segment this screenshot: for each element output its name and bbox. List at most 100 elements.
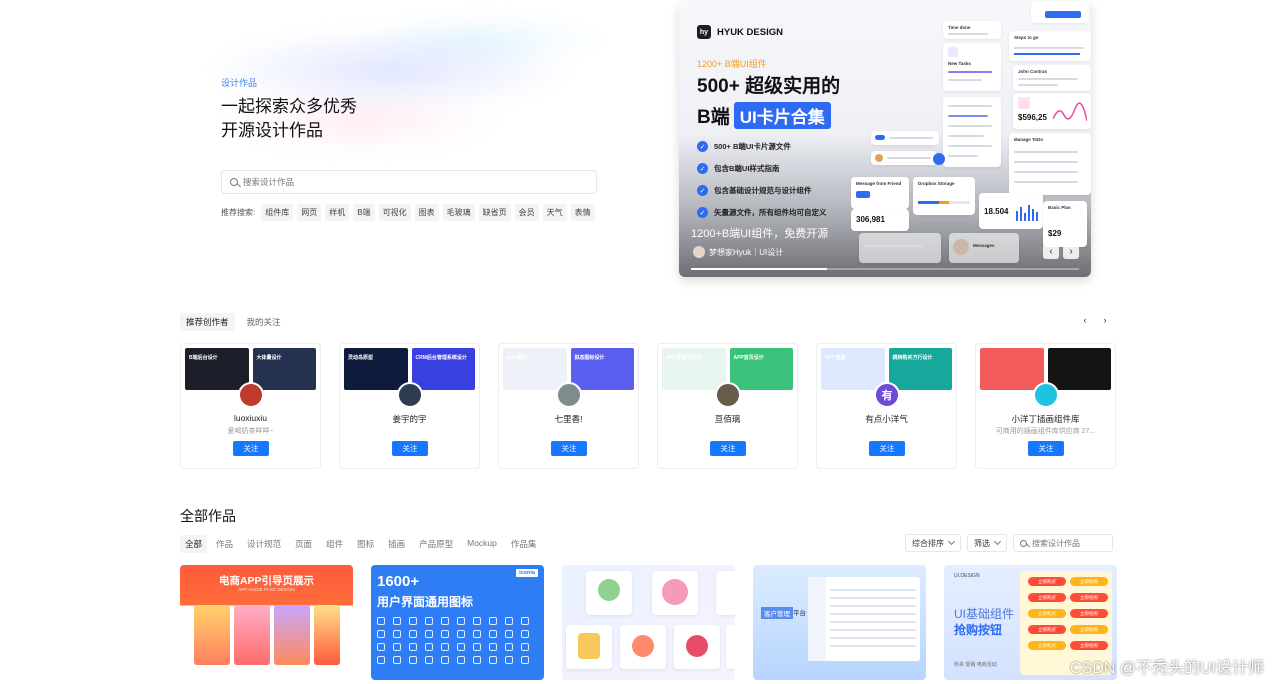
creator-work-thumbnail[interactable]: icon图标 [503,348,567,390]
tab-portfolio[interactable]: 作品集 [506,535,542,553]
featured-banner[interactable]: Time done Steps to go New Tasks John Con… [679,1,1091,277]
avatar[interactable] [1033,382,1059,408]
creator-work-thumbnail[interactable]: 43个旅游 [821,348,885,390]
banner-arrows: ‹ › [1043,243,1079,259]
tab-recommended-creators[interactable]: 推荐创作者 [180,313,235,331]
work-title: 电商APP引导页展示 [218,575,315,587]
recommend-tag[interactable]: 组件库 [261,204,294,221]
check-circle-icon: ✓ [697,163,708,174]
creator-description: 爱喝奶茶咩咩~ [227,428,274,435]
hero-intro: 设计作品 一起探索众多优秀 开源设计作品 [221,76,601,143]
tab-prototypes[interactable]: 产品原型 [414,535,458,553]
tab-my-follows[interactable]: 我的关注 [241,313,287,331]
creator-work-thumbnail[interactable]: APP首页设计 [729,348,793,390]
tab-works[interactable]: 作品 [211,535,238,553]
banner-title-line-1: 500+ 超级实用的 [697,76,841,97]
author-name: 梦想家Hyuk｜UI设计 [709,247,784,257]
creator-name[interactable]: 姜宇的宇 [340,413,479,425]
recommend-tag[interactable]: 缺省页 [478,204,511,221]
work-card[interactable] [562,565,735,680]
creator-name[interactable]: luoxiuxiu [181,413,320,423]
banner-prev-button[interactable]: ‹ [1043,243,1059,259]
mockup-title: Manage ToDo [1014,137,1044,142]
work-card[interactable]: iconia 1600+ 用户界面通用图标 [371,565,544,680]
recommend-tag[interactable]: 图表 [414,204,439,221]
recommend-tag[interactable]: 样机 [325,204,350,221]
creators-prev-button[interactable]: ‹ [1078,313,1092,327]
recommend-tag[interactable]: 网页 [297,204,322,221]
avatar[interactable] [556,382,582,408]
tab-mockup[interactable]: Mockup [462,535,502,553]
recommend-tag[interactable]: 天气 [542,204,567,221]
work-badge: iconia [516,569,538,577]
hero-search-box[interactable] [221,170,597,194]
tab-illustrations[interactable]: 插画 [383,535,410,553]
creator-work-thumbnail[interactable] [980,348,1044,390]
recommend-tag[interactable]: B端 [353,204,375,221]
demo-buy-button: 立即购买 [1028,641,1066,650]
recommend-tag[interactable]: 可视化 [378,204,411,221]
mockup-title: Messages [973,243,995,248]
banner-author[interactable]: 梦想家Hyuk｜UI设计 [693,246,783,258]
creator-name[interactable]: 小洋丁插画组件库 [976,413,1115,425]
works-search-box[interactable] [1013,534,1113,552]
creator-card[interactable]: 小洋丁插画组件库 可商用的插画组件库供应商 27... 关注 [975,343,1116,469]
recommend-tag[interactable]: 会员 [514,204,539,221]
mockup-card [859,233,941,263]
avatar[interactable] [397,382,423,408]
mockup-title: Basic Plan [1048,205,1071,210]
creator-work-thumbnail[interactable]: 大体量设计 [252,348,316,390]
creator-work-thumbnail[interactable]: 灵动岛原型 [344,348,408,390]
creator-work-thumbnail[interactable]: CRM后台管理系统设计 [411,348,475,390]
demo-buy-button: 立即购买 [1028,609,1066,618]
tab-pages[interactable]: 页面 [290,535,317,553]
avatar[interactable] [238,382,264,408]
tab-icons[interactable]: 图标 [352,535,379,553]
filter-label: 筛选 [974,538,990,548]
work-card[interactable]: 客户管理 平台 [753,565,926,680]
creator-card[interactable]: 43个旅游 跳转购买方行设计 有 有点小洋气 关注 [816,343,957,469]
follow-button[interactable]: 关注 [233,441,269,456]
creators-pager: ‹ › [1078,313,1112,327]
creator-card[interactable]: B端后台设计 大体量设计 luoxiuxiu 爱喝奶茶咩咩~ 关注 [180,343,321,469]
tab-all[interactable]: 全部 [180,535,208,553]
avatar[interactable] [715,382,741,408]
sort-select[interactable]: 综合排序 [905,534,961,552]
creator-card[interactable]: 灵动岛原型 CRM后台管理系统设计 姜宇的宇 关注 [339,343,480,469]
creator-work-thumbnail[interactable]: 跳转购买方行设计 [888,348,952,390]
creator-work-thumbnail[interactable]: 拟态图标设计 [570,348,634,390]
filter-select[interactable]: 筛选 [967,534,1007,552]
follow-button[interactable]: 关注 [869,441,905,456]
follow-button[interactable]: 关注 [551,441,587,456]
thumbnail-title: B端后台设计 [189,355,218,361]
creator-work-thumbnail[interactable]: B端后台设计 [185,348,249,390]
demo-buy-button: 立即抢购 [1070,641,1108,650]
work-card[interactable]: 电商APP引导页展示 APP GUIDE PAGE DESIGN [180,565,353,680]
follow-button[interactable]: 关注 [1028,441,1064,456]
follow-button[interactable]: 关注 [392,441,428,456]
mockup-card [871,131,939,145]
creator-work-thumbnail[interactable] [1047,348,1111,390]
creator-work-thumbnail[interactable]: APP界面引导页 [662,348,726,390]
works-category-tabs: 全部 作品 设计规范 页面 组件 图标 插画 产品原型 Mockup 作品集 [180,535,541,553]
recommend-tag[interactable]: 表情 [570,204,595,221]
creator-card[interactable]: APP界面引导页 APP首页设计 亘佰璃 关注 [657,343,798,469]
works-search-input[interactable] [1032,538,1107,548]
chevron-down-icon [947,537,956,546]
avatar[interactable]: 有 [874,382,900,408]
creator-card[interactable]: icon图标 拟态图标设计 七里香! 关注 [498,343,639,469]
follow-button[interactable]: 关注 [710,441,746,456]
hero-search-input[interactable] [243,177,543,187]
banner-next-button[interactable]: › [1063,243,1079,259]
creator-name[interactable]: 有点小洋气 [817,413,956,425]
thumbnail-title: APP界面引导页 [666,355,702,361]
recommend-tag[interactable]: 毛玻璃 [442,204,475,221]
creators-next-button[interactable]: › [1098,313,1112,327]
creator-name[interactable]: 七里香! [499,413,638,425]
tab-design-specs[interactable]: 设计规范 [242,535,286,553]
demo-buy-button: 立即购买 [1028,593,1066,602]
creator-name[interactable]: 亘佰璃 [658,413,797,425]
creators-tabs: 推荐创作者 我的关注 [180,313,287,331]
tab-components[interactable]: 组件 [321,535,348,553]
author-avatar [693,246,705,258]
